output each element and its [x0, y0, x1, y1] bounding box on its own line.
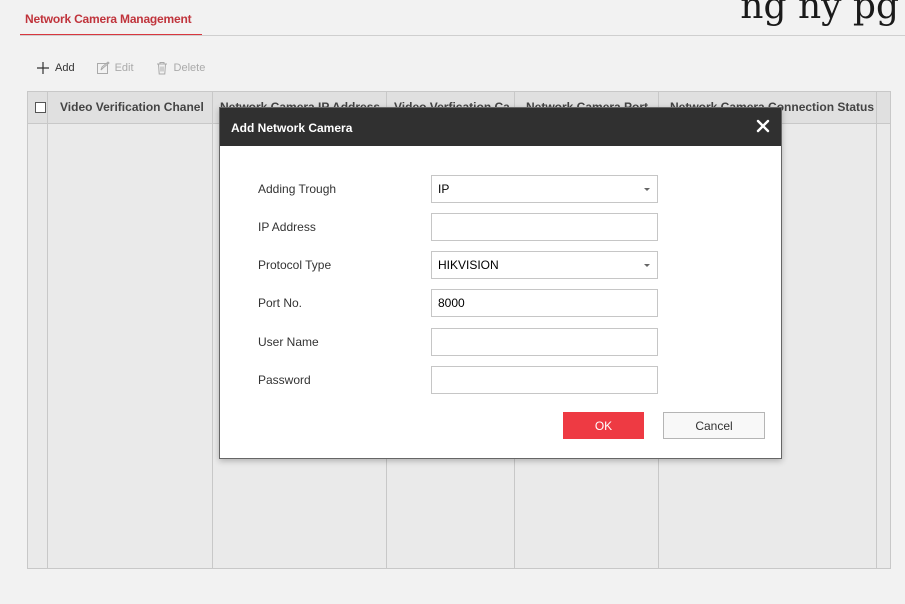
edit-button-label: Edit	[114, 62, 134, 74]
form-row-ip-address: IP Address	[220, 213, 781, 241]
chevron-down-icon	[644, 264, 650, 267]
cancel-button[interactable]: Cancel	[663, 412, 765, 439]
adding-through-value: IP	[438, 182, 450, 196]
password-label: Password	[258, 373, 311, 387]
ok-button[interactable]: OK	[563, 412, 644, 439]
column-divider	[876, 92, 877, 568]
dialog-header: Add Network Camera	[220, 108, 781, 146]
ip-address-input[interactable]	[431, 213, 658, 241]
protocol-type-value: HIKVISION	[438, 258, 499, 272]
tab-divider	[20, 35, 905, 36]
protocol-type-label: Protocol Type	[258, 258, 332, 272]
select-all-checkbox[interactable]	[35, 102, 46, 113]
delete-button[interactable]: Delete	[155, 61, 206, 75]
toolbar: Add Edit Delete	[36, 59, 226, 77]
add-button-label: Add	[55, 62, 75, 74]
add-network-camera-dialog: Add Network Camera Adding Trough IP IP A…	[219, 107, 782, 459]
column-header-channel[interactable]: Video Verification Chanel	[52, 92, 212, 124]
edit-button[interactable]: Edit	[96, 61, 134, 75]
trash-icon	[156, 62, 167, 75]
form-row-protocol-type: Protocol Type HIKVISION	[220, 251, 781, 279]
adding-through-select[interactable]: IP	[431, 175, 658, 203]
chevron-down-icon	[644, 188, 650, 191]
ip-address-label: IP Address	[258, 220, 316, 234]
delete-button-label: Delete	[173, 62, 206, 74]
password-input[interactable]	[431, 366, 658, 394]
form-row-port: Port No. 8000	[220, 289, 781, 317]
port-label: Port No.	[258, 296, 303, 310]
port-input[interactable]: 8000	[431, 289, 658, 317]
add-button[interactable]: Add	[36, 61, 75, 75]
close-icon[interactable]	[753, 116, 773, 136]
form-row-password: Password	[220, 366, 781, 394]
plus-icon	[37, 62, 49, 74]
user-name-input[interactable]	[431, 328, 658, 356]
edit-icon	[96, 61, 110, 74]
form-row-adding-through: Adding Trough IP	[220, 175, 781, 203]
user-name-label: User Name	[258, 335, 319, 349]
clipped-page-heading: ng ny pg	[740, 0, 899, 27]
form-row-user-name: User Name	[220, 328, 781, 356]
protocol-type-select[interactable]: HIKVISION	[431, 251, 658, 279]
column-divider	[212, 92, 213, 568]
adding-through-label: Adding Trough	[258, 182, 337, 196]
column-divider	[47, 92, 48, 568]
tab-network-camera-management[interactable]: Network Camera Management	[25, 12, 192, 26]
dialog-title: Add Network Camera	[231, 121, 353, 135]
